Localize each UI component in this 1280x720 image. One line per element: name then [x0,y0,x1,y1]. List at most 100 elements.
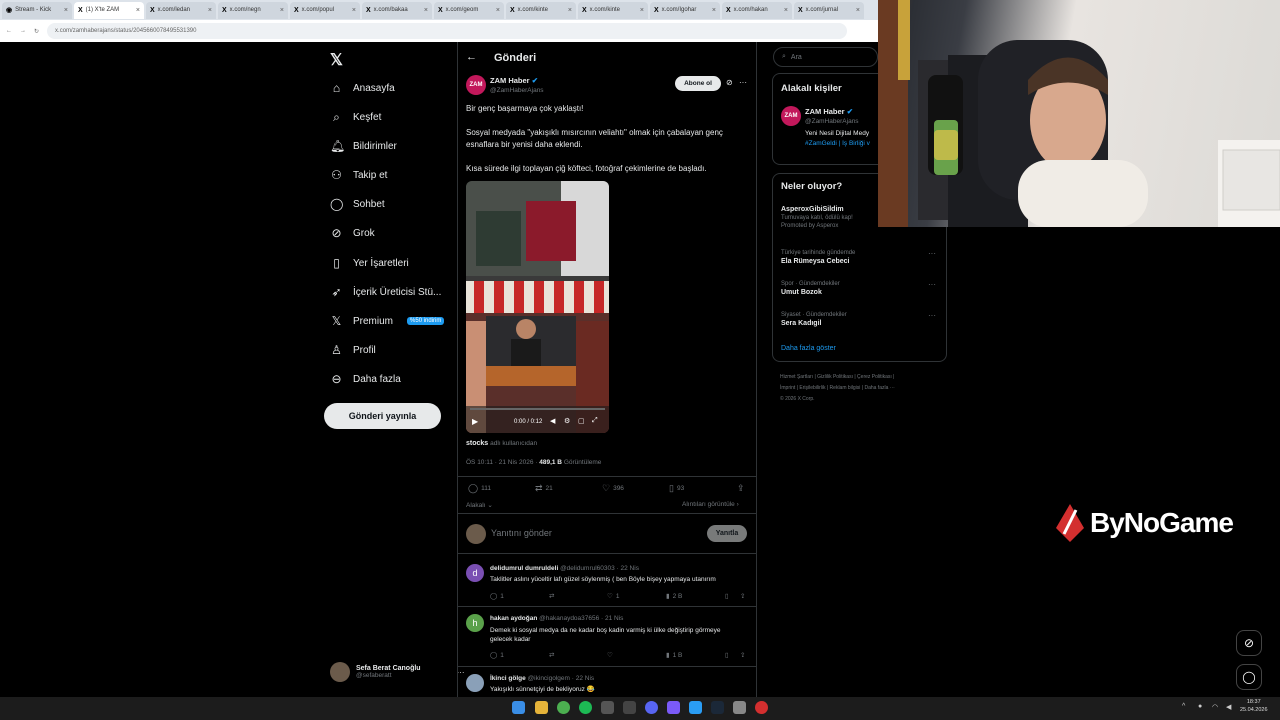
reply-author[interactable]: delidumrul dumruldeli [490,565,558,572]
messages-float-button[interactable]: ◯ [1236,664,1262,690]
close-icon[interactable]: × [208,7,212,14]
browser-tab[interactable]: Xx.com/Igohar × [650,1,720,19]
repost-action[interactable]: ⇄ 21 [535,483,553,494]
nav-more[interactable]: ⊖ Daha fazla [330,372,400,386]
play-icon[interactable]: ▶ [472,417,478,426]
close-icon[interactable]: × [352,7,356,14]
nav-bookmarks[interactable]: ▯ Yer İşaretleri [330,256,409,270]
like-action[interactable]: ♡ 1 [607,592,619,601]
browser-tab[interactable]: ◉ Stream - Kick × [2,1,72,19]
trend-item[interactable]: Türkiye tarihinde gündemde Ela Rümeysa C… [781,250,855,265]
nav-explore[interactable]: ⌕ Keşfet [330,110,381,125]
browser-tab[interactable]: Xx.com/hakan × [722,1,792,19]
forward-nav-icon[interactable]: → [20,28,26,34]
footer-links-1[interactable]: Hizmet Şartları | Gizlilik Politikası | … [780,374,894,380]
post-video[interactable]: ▶ 0:00 / 0:12 ◀ ⚙ ▢ ⤢ [466,181,609,433]
browser-tab[interactable]: X (1) X'te ZAM × [74,1,144,19]
browser-tab[interactable]: Xx.com/kinte × [578,1,648,19]
reply-avatar[interactable] [466,674,484,692]
app-icon[interactable] [623,701,636,714]
more-icon[interactable]: ··· [739,78,747,87]
reply-input[interactable]: Yanıtını gönder [491,528,552,538]
back-nav-icon[interactable]: ← [6,28,12,34]
close-icon[interactable]: × [280,7,284,14]
reply-action[interactable]: ◯ 1 [490,592,504,601]
trend-item[interactable]: Siyaset · Gündemdekiler Sera Kadıgil [781,312,847,327]
reply-author[interactable]: hakan aydoğan [490,615,537,622]
close-icon[interactable]: × [712,7,716,14]
post-timestamp[interactable]: ÖS 10:11 · 21 Nis 2026 · [466,459,537,466]
discord-icon[interactable] [645,701,658,714]
views-action[interactable]: ▮ 2 B [666,592,682,601]
telegram-icon[interactable] [689,701,702,714]
steam-icon[interactable] [711,701,724,714]
media-owner[interactable]: stocks [466,440,488,447]
footer-links-2[interactable]: İmprint | Erişilebilirlik | Reklam bilgi… [780,385,895,391]
browser-tab[interactable]: Xx.com/popul × [290,1,360,19]
browser-tab[interactable]: Xx.com/kinte × [506,1,576,19]
trend-item[interactable]: Spor · Gündemdekiler Umut Bozok [781,281,840,296]
grok-icon[interactable]: ⊘ [726,78,733,87]
pip-icon[interactable]: ▢ [578,417,585,425]
reply-author[interactable]: İkinci gölge [490,675,526,682]
url-input[interactable]: x.com/zamhaberajans/status/2045660078495… [47,23,848,39]
share-action[interactable]: ⇪ [740,651,745,659]
nav-notifications[interactable]: 🔔︎ Bildirimler [330,139,397,153]
close-icon[interactable]: × [136,7,140,14]
browser-tab[interactable]: Xx.com/negn × [218,1,288,19]
share-action[interactable]: ⇪ [737,483,745,494]
back-icon[interactable]: ← [466,51,477,63]
app-icon[interactable] [667,701,680,714]
share-action[interactable]: ⇪ [740,592,745,600]
nav-creator-studio[interactable]: ➶ İçerik Üreticisi Stü... [330,285,441,299]
nav-premium[interactable]: 𝕏 Premium %50 indirim [330,314,445,328]
repost-action[interactable]: ⇄ [549,651,554,659]
reply-button[interactable]: Yanıtla [707,525,747,542]
close-icon[interactable]: × [424,7,428,14]
nav-chat[interactable]: ◯ Sohbet [330,197,385,211]
fullscreen-icon[interactable]: ⤢ [592,417,598,425]
more-icon[interactable]: ··· [928,249,936,258]
app-icon[interactable] [755,701,768,714]
browser-tab[interactable]: Xx.com/ledan × [146,1,216,19]
bookmark-action[interactable]: ▯ [725,651,729,659]
nav-profile[interactable]: ♙ Profil [330,343,376,357]
browser-tab[interactable]: Xx.com/jurnal × [794,1,864,19]
trend-item[interactable]: AsperoxGibiSildim Turnuvaya katıl, ödülü… [781,206,853,229]
author-avatar[interactable]: ZAM [466,75,486,95]
reply-action[interactable]: ◯ 111 [468,483,491,494]
reply-avatar[interactable]: h [466,614,484,632]
related-avatar[interactable]: ZAM [781,106,801,126]
show-more-link[interactable]: Daha fazla göster [781,345,836,352]
more-icon[interactable]: ··· [928,280,936,289]
reply-avatar[interactable]: d [466,564,484,582]
settings-icon[interactable] [733,701,746,714]
related-filter[interactable]: Alakalı ⌄ [466,501,493,509]
nav-home[interactable]: ⌂ Anasayfa [330,81,395,95]
more-icon[interactable]: ··· [928,311,936,320]
mic-icon[interactable]: ● [1198,703,1202,710]
close-icon[interactable]: × [856,7,860,14]
tray-chevron-icon[interactable]: ^ [1182,703,1185,710]
post-button[interactable]: Gönderi yayınla [324,403,441,429]
search-input[interactable]: ⌕ Ara [773,47,878,67]
view-quotes-link[interactable]: Alıntıları görüntüle › [682,501,739,508]
bookmark-action[interactable]: ▯ 93 [669,483,684,494]
spotify-icon[interactable] [579,701,592,714]
repost-action[interactable]: ⇄ [549,592,554,600]
clock[interactable]: 18:37 25.04.2026 [1240,699,1268,714]
related-name[interactable]: ZAM Haber ✔ [805,107,853,116]
close-icon[interactable]: × [496,7,500,14]
browser-tab[interactable]: Xx.com/geom × [434,1,504,19]
nav-follow[interactable]: ⚇ Takip et [330,168,387,182]
browser-tab[interactable]: Xx.com/bakaa × [362,1,432,19]
volume-icon[interactable]: ◀ [550,417,555,425]
close-icon[interactable]: × [640,7,644,14]
close-icon[interactable]: × [64,7,68,14]
wifi-icon[interactable]: ◠ [1212,703,1218,711]
x-logo-icon[interactable]: 𝕏 [330,50,343,70]
subscribe-button[interactable]: Abone ol [675,76,721,91]
close-icon[interactable]: × [568,7,572,14]
file-explorer-icon[interactable] [535,701,548,714]
close-icon[interactable]: × [784,7,788,14]
